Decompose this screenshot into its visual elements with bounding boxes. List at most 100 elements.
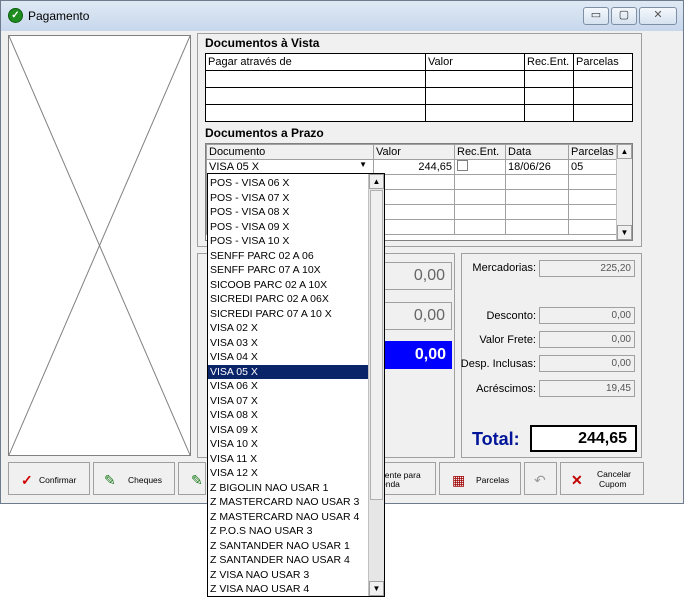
desconto-field[interactable]: 0,00 [539, 307, 635, 324]
undo-icon: ↶ [534, 472, 546, 488]
dropdown-option[interactable]: SICREDI PARC 07 A 10 X [208, 307, 368, 322]
rec-ent-checkbox[interactable] [457, 160, 468, 171]
scroll-down-icon[interactable]: ▼ [369, 581, 384, 596]
cupom-label: Cupom [599, 479, 627, 489]
col-parcelas: Parcelas [568, 144, 618, 160]
cheques-button[interactable]: ✎ Cheques [93, 462, 175, 495]
calendar-icon: ▦ [452, 472, 466, 488]
dropdown-option[interactable]: VISA 04 X [208, 350, 368, 365]
acrescimos-field[interactable]: 19,45 [539, 380, 635, 397]
dropdown-option[interactable]: VISA 09 X [208, 423, 368, 438]
frete-label: Valor Frete: [479, 334, 536, 346]
undo-button[interactable]: ↶ [524, 462, 557, 495]
dropdown-option[interactable]: VISA 08 X [208, 408, 368, 423]
dropdown-option[interactable]: VISA 10 X [208, 437, 368, 452]
documento-value: VISA 05 X [209, 161, 260, 173]
dropdown-scrollbar[interactable]: ▲ ▼ [368, 174, 384, 596]
data-cell[interactable]: 18/06/26 [505, 159, 569, 175]
col-data: Data [505, 144, 569, 160]
product-image-placeholder [8, 35, 191, 456]
cheque-icon: ✎ [104, 472, 116, 488]
dropdown-option[interactable]: SICREDI PARC 02 A 06X [208, 292, 368, 307]
dropdown-option[interactable]: POS - VISA 10 X [208, 234, 368, 249]
dropdown-option[interactable]: SENFF PARC 02 A 06 [208, 249, 368, 264]
dropdown-option[interactable]: POS - VISA 08 X [208, 205, 368, 220]
desconto-label: Desconto: [486, 310, 536, 322]
despesas-field[interactable]: 0,00 [539, 355, 635, 372]
close-button[interactable]: ✕ [639, 7, 677, 25]
cancelar-cupom-button[interactable]: ✕ Cancelar Cupom [560, 462, 644, 495]
total-label: Total: [472, 429, 520, 449]
rec-ent-cell[interactable] [454, 159, 506, 175]
frete-field[interactable]: 0,00 [539, 331, 635, 348]
aprazo-scrollbar[interactable]: ▲ ▼ [616, 144, 632, 240]
valor-cell[interactable]: 244,65 [373, 159, 455, 175]
dropdown-option[interactable]: VISA 06 X [208, 379, 368, 394]
window-title: Pagamento [28, 9, 90, 23]
dropdown-option[interactable]: Z VISA NAO USAR 4 [208, 582, 368, 596]
cliente-venda-button[interactable]: liente para enda [380, 462, 436, 495]
avista-table[interactable]: Pagar através de Valor Rec.Ent. Parcelas [205, 53, 633, 122]
parcelas-cell[interactable]: 05 [568, 159, 618, 175]
table-row[interactable] [205, 70, 633, 88]
dropdown-option[interactable]: SENFF PARC 07 A 10X [208, 263, 368, 278]
col-pagar: Pagar através de [205, 53, 426, 71]
aprazo-title: Documentos a Prazo [205, 126, 324, 140]
minimize-button[interactable]: ▭ [583, 7, 609, 25]
dropdown-items[interactable]: POS - VISA 06 X POS - VISA 07 X POS - VISA… [208, 176, 368, 596]
table-row[interactable] [205, 104, 633, 122]
scroll-up-icon[interactable]: ▲ [617, 144, 632, 159]
check-circle-icon: ✓ [8, 8, 23, 23]
maximize-button[interactable]: ▢ [611, 7, 637, 25]
dropdown-option[interactable]: Z SANTANDER NAO USAR 1 [208, 539, 368, 554]
cartao-button[interactable]: ✎ [178, 462, 206, 495]
col-rec-ent: Rec.Ent. [454, 144, 506, 160]
confirmar-label: Confirmar [39, 475, 77, 485]
mercadorias-label: Mercadorias: [472, 262, 536, 274]
dropdown-option[interactable]: VISA 11 X [208, 452, 368, 467]
parcelas-button[interactable]: ▦ Parcelas [439, 462, 521, 495]
card-icon: ✎ [191, 472, 203, 488]
dropdown-option[interactable]: Z MASTERCARD NAO USAR 3 [208, 495, 368, 510]
parcelas-label: Parcelas [476, 475, 510, 485]
confirmar-button[interactable]: ✓ Confirmar [8, 462, 90, 495]
dropdown-option[interactable]: VISA 02 X [208, 321, 368, 336]
dropdown-option[interactable]: Z BIGOLIN NAO USAR 1 [208, 481, 368, 496]
col-parcelas: Parcelas [573, 53, 633, 71]
dropdown-option[interactable]: VISA 07 X [208, 394, 368, 409]
dropdown-option[interactable]: POS - VISA 07 X [208, 191, 368, 206]
dropdown-option[interactable]: Z SANTANDER NAO USAR 4 [208, 553, 368, 568]
col-valor: Valor [425, 53, 525, 71]
table-row[interactable] [205, 87, 633, 105]
check-mark-icon: ✓ [21, 472, 33, 488]
cancelar-label: Cancelar [597, 469, 632, 479]
x-icon: ✕ [571, 472, 583, 488]
col-valor: Valor [373, 144, 455, 160]
dropdown-option[interactable]: VISA 03 X [208, 336, 368, 351]
dropdown-option[interactable]: VISA 05 X [208, 364, 368, 379]
col-documento: Documento [206, 144, 374, 160]
scroll-thumb[interactable] [370, 190, 383, 500]
mercadorias-field[interactable]: 225,20 [539, 260, 635, 277]
image-placeholder-cross-icon [8, 35, 191, 456]
dropdown-option[interactable]: Z P.O.S NAO USAR 3 [208, 524, 368, 539]
dropdown-option[interactable]: POS - VISA 06 X [208, 176, 368, 191]
table-header-row: Pagar através de Valor Rec.Ent. Parcelas [205, 53, 633, 71]
title-bar: ✓ Pagamento ▭ ▢ ✕ [1, 1, 683, 31]
documento-dropdown-list[interactable]: POS - VISA 06 X POS - VISA 07 X POS - VISA… [207, 173, 385, 597]
dropdown-option[interactable]: Z MASTERCARD NAO USAR 4 [208, 510, 368, 525]
table-header-row: Documento Valor Rec.Ent. Data Parcelas [206, 144, 618, 160]
total-field: 244,65 [530, 425, 637, 452]
despesas-label: Desp. Inclusas: [460, 358, 536, 370]
dropdown-option[interactable]: SICOOB PARC 02 A 10X [208, 278, 368, 293]
chevron-down-icon[interactable]: ▼ [359, 161, 367, 170]
col-rec-ent: Rec.Ent. [524, 53, 574, 71]
avista-title: Documentos à Vista [205, 36, 320, 50]
cheques-label: Cheques [128, 475, 163, 485]
dropdown-option[interactable]: Z VISA NAO USAR 3 [208, 568, 368, 583]
acrescimos-label: Acréscimos: [476, 383, 536, 395]
scroll-down-icon[interactable]: ▼ [617, 225, 632, 240]
scroll-up-icon[interactable]: ▲ [369, 174, 384, 189]
dropdown-option[interactable]: POS - VISA 09 X [208, 220, 368, 235]
dropdown-option[interactable]: VISA 12 X [208, 466, 368, 481]
